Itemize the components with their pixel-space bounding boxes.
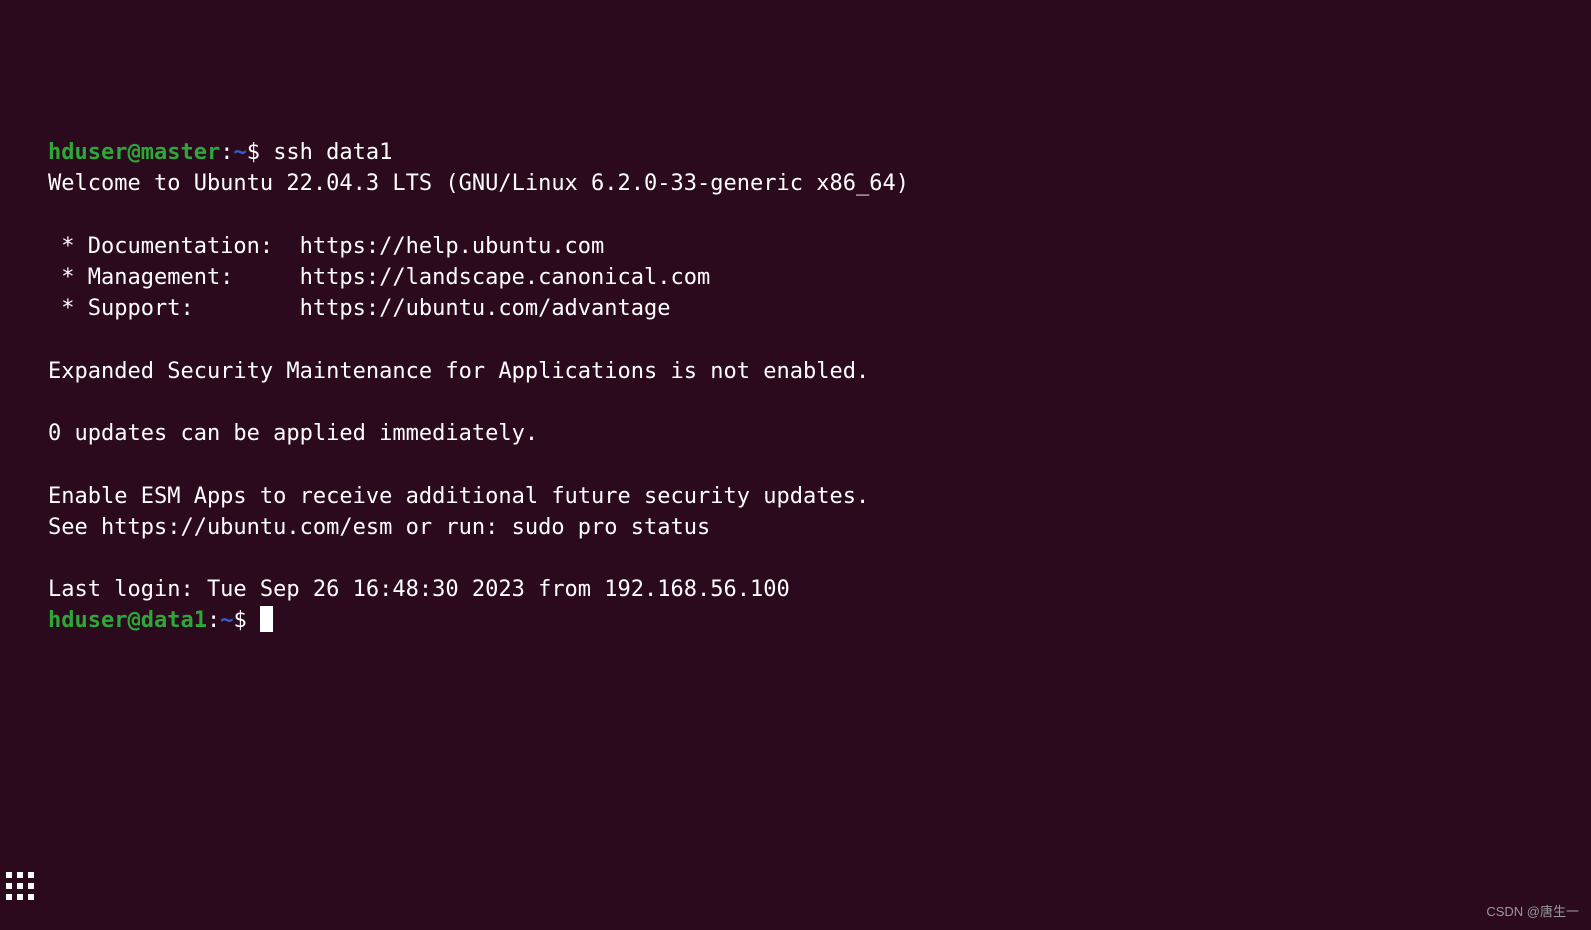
prompt-path: ~: [233, 140, 246, 165]
motd-management: * Management: https://landscape.canonica…: [48, 265, 710, 290]
prompt-user-host: hduser@master: [48, 140, 220, 165]
motd-welcome: Welcome to Ubuntu 22.04.3 LTS (GNU/Linux…: [48, 171, 909, 196]
motd-esm-see: See https://ubuntu.com/esm or run: sudo …: [48, 515, 710, 540]
prompt-dollar: $: [233, 608, 260, 633]
motd-esm-notice: Expanded Security Maintenance for Applic…: [48, 359, 869, 384]
prompt-colon: :: [220, 140, 233, 165]
command-text: ssh data1: [273, 140, 392, 165]
motd-last-login: Last login: Tue Sep 26 16:48:30 2023 fro…: [48, 577, 790, 602]
terminal-output[interactable]: hduser@master:~$ ssh data1 Welcome to Ub…: [48, 137, 1591, 637]
motd-updates: 0 updates can be applied immediately.: [48, 421, 538, 446]
prompt-user-host: hduser@data1: [48, 608, 207, 633]
watermark-text: CSDN @唐生一: [1486, 903, 1579, 921]
motd-documentation: * Documentation: https://help.ubuntu.com: [48, 234, 604, 259]
motd-esm-enable: Enable ESM Apps to receive additional fu…: [48, 484, 869, 509]
app-grid-icon[interactable]: [6, 872, 34, 900]
prompt-path: ~: [220, 608, 233, 633]
prompt-colon: :: [207, 608, 220, 633]
cursor-block: [260, 606, 273, 632]
motd-support: * Support: https://ubuntu.com/advantage: [48, 296, 671, 321]
prompt-dollar: $: [247, 140, 274, 165]
